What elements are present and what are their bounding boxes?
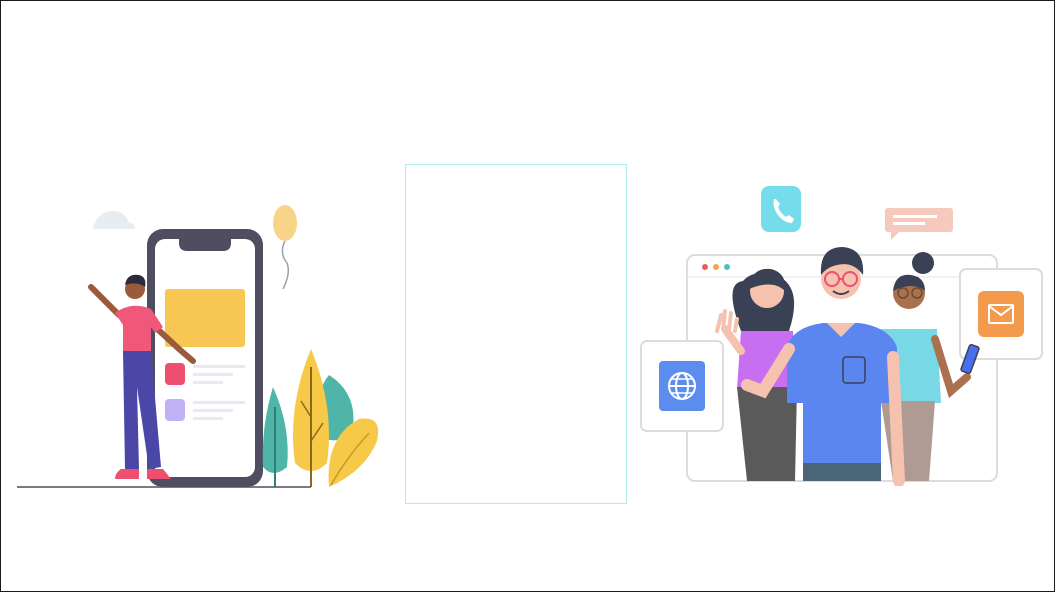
window-dot-red [702,264,708,270]
team-video-call-illustration [640,186,1043,486]
balloon-icon [273,205,297,290]
cloud-icon [93,211,135,229]
phone-icon [761,186,801,232]
list-item-icon-red [165,363,185,385]
illustration-canvas [0,0,1055,592]
screen-card [165,289,245,347]
window-dot-orange [713,264,719,270]
window-dot-teal [724,264,730,270]
chat-bubble-icon [885,208,953,240]
globe-icon [640,340,724,432]
person-with-smartphone-illustration [17,205,379,488]
plant-teal-small-icon [262,387,288,487]
smartphone-icon [147,229,263,487]
blank-panel [405,164,627,504]
list-item-icon-purple [165,399,185,421]
